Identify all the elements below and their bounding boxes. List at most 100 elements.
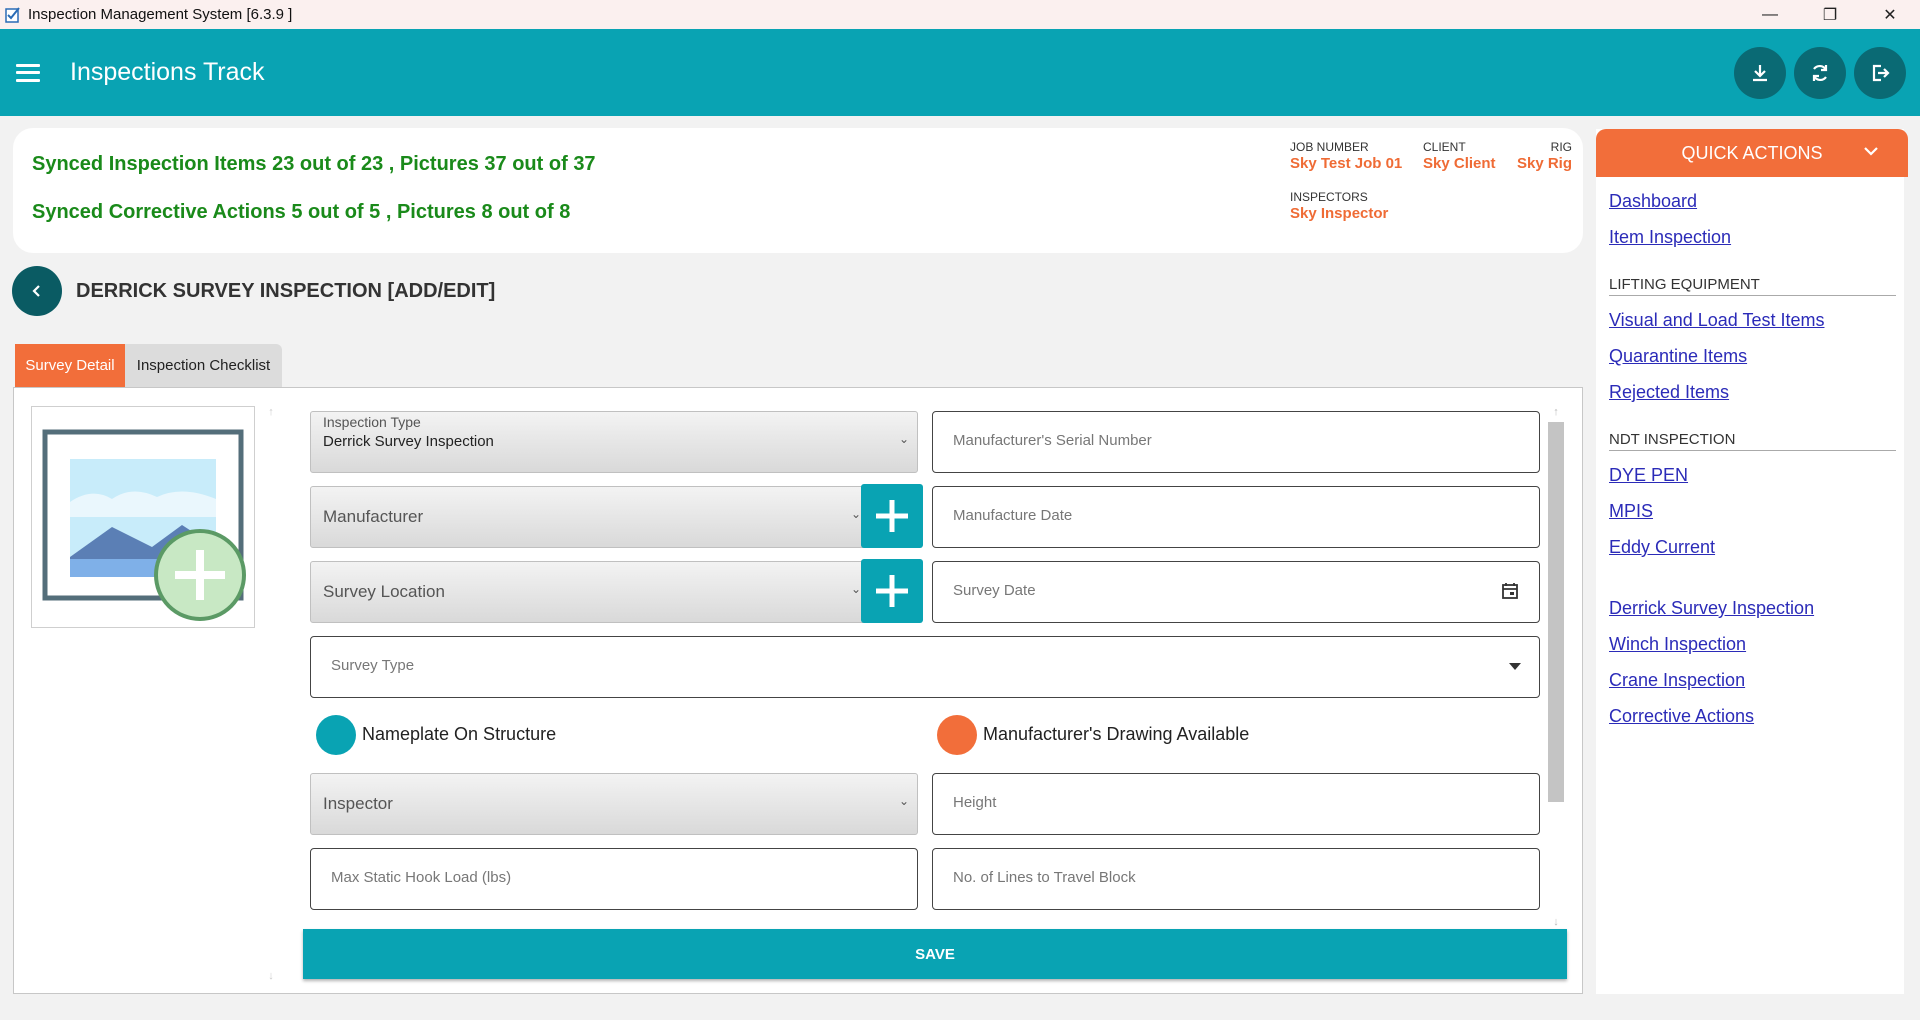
survey-type-select[interactable]: Survey Type — [310, 636, 1540, 698]
plus-icon — [876, 500, 908, 532]
drawing-available-toggle[interactable] — [937, 715, 977, 755]
inspectors: INSPECTORS Sky Inspector — [1290, 190, 1388, 222]
synced-action-pictures-done: 8 — [481, 201, 493, 223]
manufacture-date-field[interactable]: Manufacture Date — [932, 486, 1540, 548]
inspector-label: Inspector — [323, 794, 393, 813]
pictures-label: , Pictures — [388, 153, 479, 175]
height-placeholder: Height — [953, 794, 997, 811]
height-field[interactable]: Height — [932, 773, 1540, 835]
add-image-icon — [42, 429, 246, 621]
add-photo-button[interactable] — [31, 406, 255, 628]
link-quarantine-items[interactable]: Quarantine Items — [1609, 346, 1747, 367]
section-ndt-inspection: NDT INSPECTION — [1609, 431, 1896, 451]
out-of-text: out of — [308, 201, 364, 223]
link-rejected-items[interactable]: Rejected Items — [1609, 382, 1729, 403]
link-crane-inspection[interactable]: Crane Inspection — [1609, 670, 1745, 691]
serial-number-placeholder: Manufacturer's Serial Number — [953, 432, 1152, 449]
job-number-value: Sky Test Job 01 — [1290, 155, 1403, 172]
restore-icon[interactable]: ❐ — [1800, 0, 1860, 29]
manufacturer-label: Manufacturer — [323, 507, 424, 526]
drawing-available-label: Manufacturer's Drawing Available — [983, 724, 1250, 744]
job-number: JOB NUMBER Sky Test Job 01 — [1290, 140, 1402, 172]
link-dashboard[interactable]: Dashboard — [1609, 191, 1697, 212]
link-mpis[interactable]: MPIS — [1609, 501, 1653, 522]
form-scrollbar[interactable]: ↑ ↓ — [1547, 406, 1565, 928]
lines-to-block-field[interactable]: No. of Lines to Travel Block — [932, 848, 1540, 910]
tab-inspection-checklist[interactable]: Inspection Checklist — [125, 344, 282, 387]
chevron-down-icon: ⌄ — [850, 582, 861, 596]
out-of-text: out of — [512, 153, 568, 175]
rig-value: Sky Rig — [1516, 155, 1572, 172]
save-button[interactable]: SAVE — [303, 929, 1567, 979]
add-manufacturer-button[interactable] — [861, 484, 923, 548]
survey-detail-panel: ↑ ↓ Inspection Type Derrick Survey Inspe… — [13, 387, 1583, 994]
back-button[interactable] — [12, 266, 62, 316]
synced-actions-label: Synced Corrective Actions — [32, 201, 286, 223]
link-winch-inspection[interactable]: Winch Inspection — [1609, 634, 1746, 655]
job-number-label: JOB NUMBER — [1290, 140, 1369, 154]
hook-load-placeholder: Max Static Hook Load (lbs) — [331, 869, 512, 886]
client-value: Sky Client — [1423, 155, 1496, 172]
inspection-type-label: Inspection Type — [323, 414, 421, 430]
logout-button[interactable] — [1854, 47, 1906, 99]
link-item-inspection[interactable]: Item Inspection — [1609, 227, 1731, 248]
client: CLIENT Sky Client — [1423, 140, 1496, 172]
quick-actions-panel: QUICK ACTIONS Dashboard Item Inspection … — [1596, 129, 1908, 994]
hook-load-field[interactable]: Max Static Hook Load (lbs) — [310, 848, 918, 910]
tab-survey-detail[interactable]: Survey Detail — [15, 344, 125, 387]
out-of-text: out of — [299, 153, 356, 175]
app-title: Inspections Track — [70, 58, 265, 86]
plus-icon — [876, 575, 908, 607]
rig: RIG Sky Rig — [1516, 140, 1572, 172]
quick-actions-header[interactable]: QUICK ACTIONS — [1596, 129, 1908, 177]
synced-items-done: 23 — [272, 153, 295, 175]
chevron-left-icon — [32, 285, 40, 297]
nameplate-toggle[interactable] — [316, 715, 356, 755]
survey-location-label: Survey Location — [323, 582, 445, 601]
survey-location-select[interactable]: Survey Location ⌄ — [310, 561, 870, 623]
header-actions — [1734, 47, 1906, 99]
link-corrective-actions[interactable]: Corrective Actions — [1609, 706, 1754, 727]
survey-date-placeholder: Survey Date — [953, 582, 1036, 599]
client-label: CLIENT — [1423, 140, 1466, 154]
caret-down-icon — [1509, 663, 1521, 670]
logout-icon — [1872, 64, 1890, 82]
close-icon[interactable]: ✕ — [1860, 0, 1920, 29]
window-controls: — ❐ ✕ — [1740, 0, 1920, 29]
app-header: Inspections Track — [0, 29, 1920, 116]
page-title: DERRICK SURVEY INSPECTION [ADD/EDIT] — [76, 280, 496, 302]
survey-date-field[interactable]: Survey Date — [932, 561, 1540, 623]
section-lifting-equipment: LIFTING EQUIPMENT — [1609, 276, 1896, 296]
link-dye-pen[interactable]: DYE PEN — [1609, 465, 1688, 486]
link-visual-load-test[interactable]: Visual and Load Test Items — [1609, 310, 1824, 331]
synced-pictures-done: 37 — [484, 153, 507, 175]
chevron-down-icon: ⌄ — [850, 507, 861, 521]
sync-icon — [1812, 64, 1828, 82]
chevron-down-icon: ⌄ — [898, 432, 909, 446]
link-derrick-survey[interactable]: Derrick Survey Inspection — [1609, 598, 1814, 619]
pictures-label: , Pictures — [385, 201, 476, 223]
serial-number-field[interactable]: Manufacturer's Serial Number — [932, 411, 1540, 473]
synced-items-total: 23 — [360, 153, 384, 175]
synced-action-pictures-total: 8 — [559, 201, 571, 223]
inspection-type-select[interactable]: Inspection Type Derrick Survey Inspectio… — [310, 411, 918, 473]
manufacturer-select[interactable]: Manufacturer ⌄ — [310, 486, 870, 548]
download-button[interactable] — [1734, 47, 1786, 99]
sync-status-card: Synced Inspection Items 23 out of 23 , P… — [13, 128, 1583, 253]
chevron-down-icon: ⌄ — [898, 794, 909, 808]
image-scrollbar[interactable]: ↑ ↓ — [262, 406, 280, 982]
scrollbar-thumb[interactable] — [1548, 422, 1564, 802]
inspector-select[interactable]: Inspector ⌄ — [310, 773, 918, 835]
synced-actions-done: 5 — [291, 201, 303, 223]
calendar-icon[interactable] — [1501, 582, 1519, 600]
window-titlebar: Inspection Management System [6.3.9 ] — … — [0, 0, 1920, 29]
link-eddy-current[interactable]: Eddy Current — [1609, 537, 1715, 558]
download-icon — [1753, 65, 1767, 82]
lines-to-block-placeholder: No. of Lines to Travel Block — [953, 869, 1136, 886]
minimize-icon[interactable]: — — [1740, 0, 1800, 29]
add-survey-location-button[interactable] — [861, 559, 923, 623]
chevron-down-icon — [1864, 147, 1878, 156]
menu-icon[interactable] — [16, 63, 40, 82]
sync-button[interactable] — [1794, 47, 1846, 99]
synced-items-label: Synced Inspection Items — [32, 153, 267, 175]
